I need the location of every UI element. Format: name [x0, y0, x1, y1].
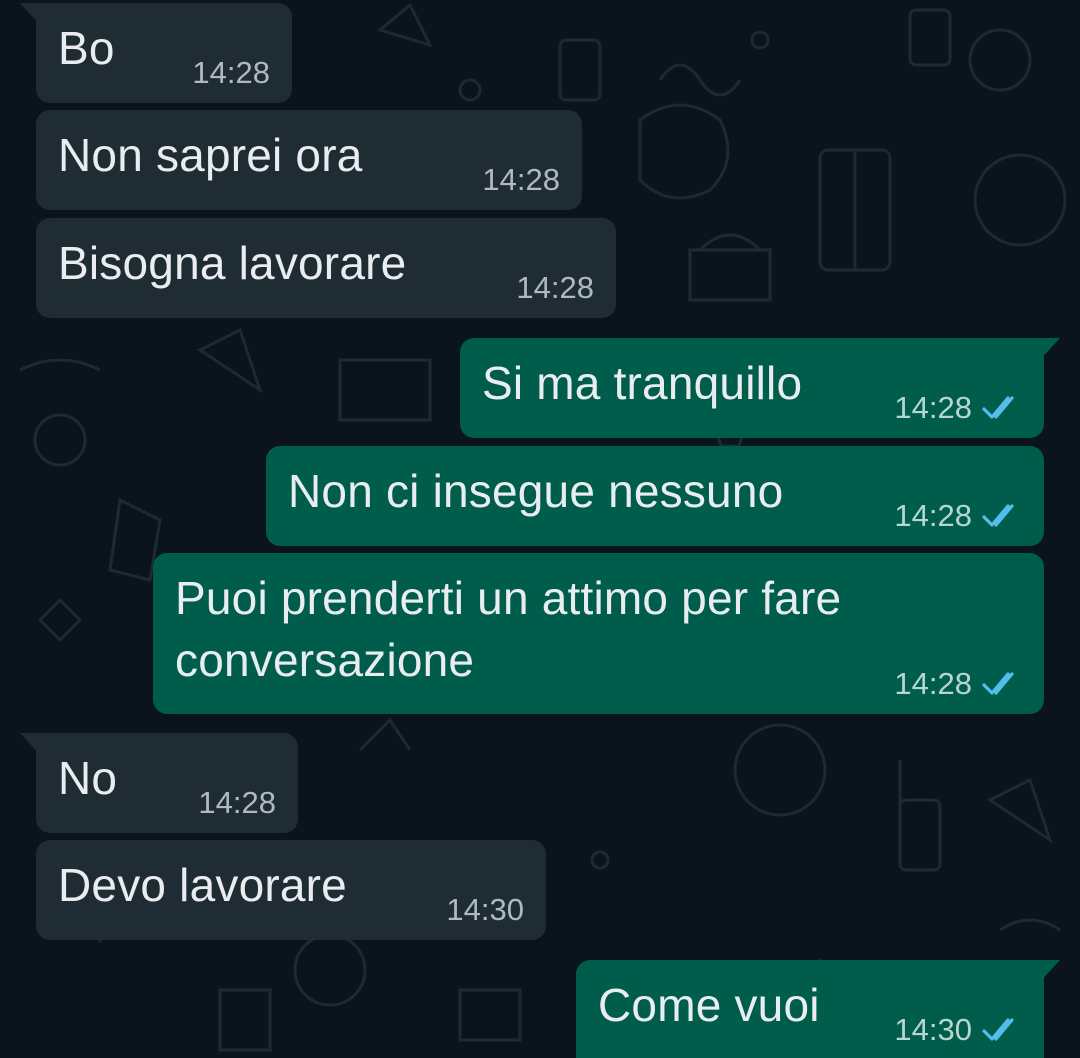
message-text: Non saprei ora: [58, 129, 363, 181]
message-text: Bo: [58, 22, 115, 74]
message-text: Come vuoi: [598, 979, 820, 1031]
bubble-tail: [20, 3, 42, 27]
message-time: 14:28: [516, 270, 594, 305]
message-text-line: Puoi prenderti un attimo per fare: [175, 572, 842, 624]
outgoing-message[interactable]: Non ci insegue nessuno 14:28: [266, 446, 1044, 546]
message-time: 14:28: [894, 390, 972, 425]
read-double-tick-icon: [982, 672, 1014, 695]
message-text: Devo lavorare: [58, 859, 347, 911]
message-text-line: conversazione: [175, 634, 475, 686]
message-meta: 14:28: [894, 666, 1022, 702]
read-double-tick-icon: [982, 504, 1014, 527]
outgoing-message[interactable]: Come vuoi 14:30: [576, 960, 1060, 1058]
message-text: Non ci insegue nessuno: [288, 465, 784, 517]
message-meta: 14:28: [894, 498, 1022, 534]
message-time: 14:30: [894, 1012, 972, 1047]
read-double-tick-icon: [982, 396, 1014, 419]
message-time: 14:28: [482, 162, 560, 197]
message-time: 14:28: [894, 666, 972, 701]
bubble-tail: [1038, 338, 1060, 362]
message-meta: 14:30: [894, 1012, 1022, 1048]
message-time: 14:28: [198, 785, 276, 820]
incoming-message[interactable]: Bisogna lavorare 14:28: [36, 218, 616, 318]
message-time: 14:28: [192, 55, 270, 90]
message-time: 14:28: [894, 498, 972, 533]
incoming-message[interactable]: Bo 14:28: [20, 3, 292, 103]
message-text: Si ma tranquillo: [482, 357, 803, 409]
message-meta: 14:28: [482, 162, 560, 198]
message-text: No: [58, 752, 118, 804]
message-meta: 14:30: [446, 892, 524, 928]
bubble-tail: [20, 733, 42, 757]
message-text: Bisogna lavorare: [58, 237, 407, 289]
read-double-tick-icon: [982, 1018, 1014, 1041]
message-meta: 14:28: [894, 390, 1022, 426]
incoming-message[interactable]: Devo lavorare 14:30: [36, 840, 546, 940]
incoming-message[interactable]: Non saprei ora 14:28: [36, 110, 582, 210]
outgoing-message[interactable]: Si ma tranquillo 14:28: [460, 338, 1060, 438]
incoming-message[interactable]: No 14:28: [20, 733, 298, 833]
bubble-tail: [1038, 960, 1060, 984]
message-meta: 14:28: [192, 55, 270, 91]
message-time: 14:30: [446, 892, 524, 927]
outgoing-message[interactable]: Puoi prenderti un attimo per fare conver…: [153, 553, 1044, 714]
message-meta: 14:28: [516, 270, 594, 306]
message-meta: 14:28: [198, 785, 276, 821]
